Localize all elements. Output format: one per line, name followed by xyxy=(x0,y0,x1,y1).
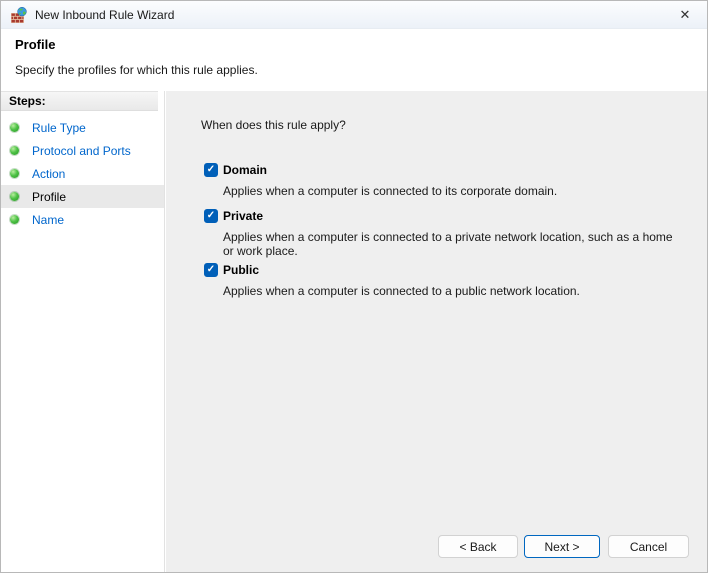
domain-description: Applies when a computer is connected to … xyxy=(223,184,558,198)
steps-heading: Steps: xyxy=(1,91,158,111)
steps-sidebar: Steps: Rule Type Protocol and Ports Acti… xyxy=(1,91,165,572)
next-button[interactable]: Next > xyxy=(524,535,600,558)
page-title: Profile xyxy=(15,37,56,52)
profile-option-public: ✓ Public Applies when a computer is conn… xyxy=(204,262,580,298)
step-label: Name xyxy=(32,212,65,227)
sidebar-item-protocol-and-ports[interactable]: Protocol and Ports xyxy=(1,139,164,162)
sidebar-item-action[interactable]: Action xyxy=(1,162,164,185)
content-panel: When does this rule apply? ✓ Domain Appl… xyxy=(166,91,707,572)
domain-checkbox-label[interactable]: Domain xyxy=(223,163,267,177)
sidebar-item-name[interactable]: Name xyxy=(1,208,164,231)
private-description: Applies when a computer is connected to … xyxy=(223,230,673,258)
step-label: Rule Type xyxy=(32,120,86,135)
title-bar: New Inbound Rule Wizard ✕ xyxy=(1,1,707,29)
private-checkbox-label[interactable]: Private xyxy=(223,209,263,223)
profile-option-private: ✓ Private Applies when a computer is con… xyxy=(204,208,673,258)
steps-list: Rule Type Protocol and Ports Action Prof… xyxy=(1,116,164,231)
public-description: Applies when a computer is connected to … xyxy=(223,284,580,298)
check-icon: ✓ xyxy=(206,210,216,221)
step-label: Profile xyxy=(32,189,67,204)
back-button[interactable]: < Back xyxy=(438,535,518,558)
close-icon: ✕ xyxy=(679,6,691,22)
check-icon: ✓ xyxy=(206,164,216,175)
page-subtitle: Specify the profiles for which this rule… xyxy=(15,63,258,77)
sidebar-item-rule-type[interactable]: Rule Type xyxy=(1,116,164,139)
domain-checkbox[interactable]: ✓ xyxy=(204,163,218,177)
sidebar-item-profile[interactable]: Profile xyxy=(1,185,164,208)
question-text: When does this rule apply? xyxy=(201,118,346,132)
step-bullet-icon xyxy=(10,123,19,132)
public-checkbox[interactable]: ✓ xyxy=(204,263,218,277)
wizard-window: New Inbound Rule Wizard ✕ Profile Specif… xyxy=(0,0,708,573)
step-label: Protocol and Ports xyxy=(32,143,131,158)
step-label: Action xyxy=(32,166,66,181)
profile-option-domain: ✓ Domain Applies when a computer is conn… xyxy=(204,162,557,198)
step-bullet-icon xyxy=(10,215,19,224)
window-title: New Inbound Rule Wizard xyxy=(35,7,175,22)
step-bullet-icon xyxy=(10,146,19,155)
close-button[interactable]: ✕ xyxy=(669,3,701,27)
step-bullet-icon xyxy=(10,169,19,178)
firewall-icon xyxy=(11,6,27,23)
main-area: Steps: Rule Type Protocol and Ports Acti… xyxy=(1,91,707,572)
step-bullet-icon xyxy=(10,192,19,201)
cancel-button[interactable]: Cancel xyxy=(608,535,689,558)
public-checkbox-label[interactable]: Public xyxy=(223,263,259,277)
private-checkbox[interactable]: ✓ xyxy=(204,209,218,223)
check-icon: ✓ xyxy=(206,264,216,275)
page-header: Profile Specify the profiles for which t… xyxy=(1,30,707,91)
